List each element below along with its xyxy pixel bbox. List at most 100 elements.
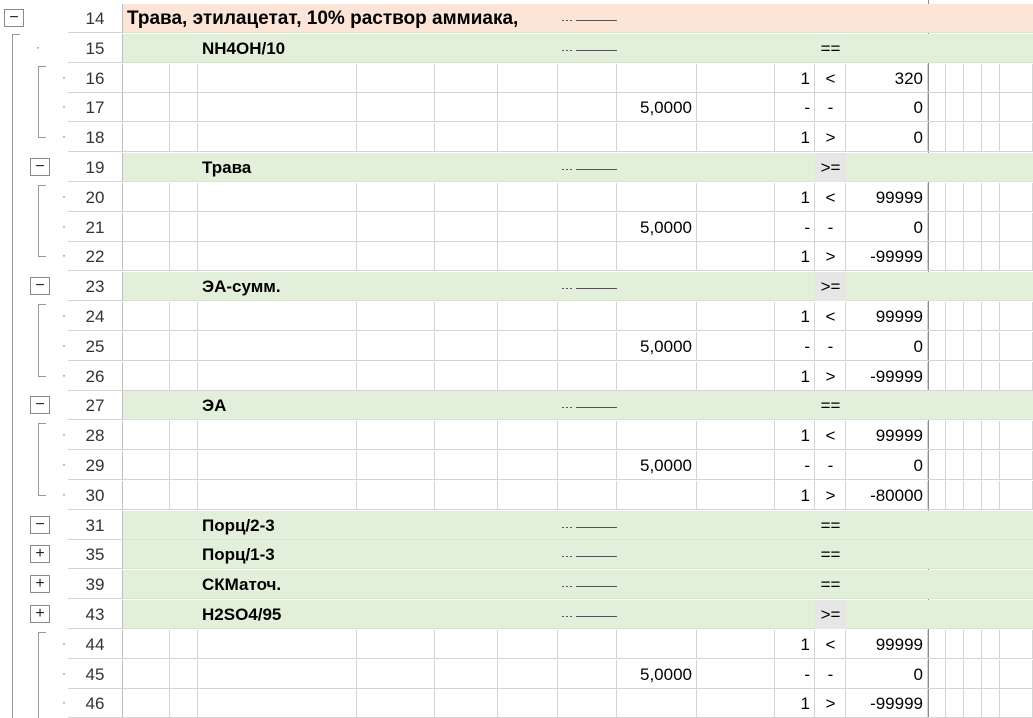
limit-cell[interactable]: 99999 <box>846 183 928 212</box>
grid-cell[interactable] <box>198 421 357 451</box>
grid-cell[interactable] <box>1000 242 1033 272</box>
grid-cell[interactable] <box>982 123 1000 153</box>
grid-cell[interactable] <box>123 361 170 391</box>
grid-cell[interactable] <box>198 182 357 212</box>
grid-cell[interactable] <box>170 451 198 480</box>
grid-cell[interactable] <box>697 361 775 391</box>
grid-cell[interactable] <box>170 182 198 212</box>
grid-cell[interactable] <box>982 212 1000 242</box>
grid-cell[interactable] <box>123 242 170 272</box>
grid-cell[interactable] <box>946 331 964 361</box>
row-header[interactable]: 30 <box>68 480 123 510</box>
grid-cell[interactable] <box>357 659 435 689</box>
grid-cell[interactable] <box>697 421 775 451</box>
row-header[interactable]: 45 <box>68 659 123 689</box>
grid-cell[interactable] <box>982 480 1000 510</box>
count-cell[interactable]: 1 <box>775 183 815 212</box>
grid-cell[interactable] <box>558 242 617 272</box>
grid-cell[interactable] <box>617 480 697 510</box>
grid-cell[interactable] <box>435 480 498 510</box>
grid-cell[interactable] <box>357 629 435 659</box>
grid-cell[interactable] <box>498 629 558 659</box>
operator-cell[interactable]: < <box>815 421 846 450</box>
row-header[interactable]: 31 <box>68 510 123 540</box>
grid-cell[interactable] <box>617 629 697 659</box>
grid-cell[interactable] <box>617 361 697 391</box>
grid-cell[interactable] <box>558 451 617 480</box>
grid-cell[interactable] <box>198 63 357 93</box>
grid-cell[interactable] <box>170 361 198 391</box>
grid-cell[interactable] <box>617 123 697 153</box>
group-name[interactable]: H2SO4/95 <box>202 600 502 629</box>
grid-cell[interactable] <box>697 93 775 123</box>
grid-cell[interactable] <box>946 451 964 480</box>
operator-cell[interactable]: - <box>815 451 846 480</box>
grid-cell[interactable] <box>697 242 775 272</box>
grid-cell[interactable] <box>498 361 558 391</box>
row-header[interactable]: 24 <box>68 302 123 331</box>
operator-cell[interactable]: > <box>815 362 846 391</box>
row-header[interactable]: 18 <box>68 123 123 153</box>
collapse-group-button[interactable]: − <box>30 396 50 415</box>
grid-cell[interactable] <box>435 123 498 153</box>
grid-cell[interactable] <box>964 361 982 391</box>
operator-cell[interactable]: < <box>815 64 846 93</box>
grid-cell[interactable] <box>1000 421 1033 451</box>
count-cell[interactable]: 1 <box>775 302 815 331</box>
grid-cell[interactable] <box>198 331 357 361</box>
row-header[interactable]: 17 <box>68 93 123 123</box>
row-header[interactable]: 21 <box>68 212 123 242</box>
grid-cell[interactable] <box>928 451 946 480</box>
grid-cell[interactable] <box>928 361 946 391</box>
grid-cell[interactable] <box>1000 480 1033 510</box>
group-name[interactable]: ЭА <box>202 391 502 420</box>
group-name[interactable]: Порц/1-3 <box>202 540 502 569</box>
group-name[interactable]: NH4OH/10 <box>202 34 502 63</box>
grid-cell[interactable] <box>558 629 617 659</box>
grid-cell[interactable] <box>123 302 170 331</box>
grid-cell[interactable] <box>964 659 982 689</box>
grid-cell[interactable] <box>170 242 198 272</box>
grid-cell[interactable] <box>170 93 198 123</box>
grid-cell[interactable] <box>946 629 964 659</box>
grid-cell[interactable] <box>498 302 558 331</box>
grid-cell[interactable] <box>928 659 946 689</box>
limit-cell[interactable]: 99999 <box>846 302 928 331</box>
grid-cell[interactable] <box>964 212 982 242</box>
grid-cell[interactable] <box>198 451 357 480</box>
operator-cell[interactable]: - <box>815 213 846 242</box>
limit-cell[interactable]: 99999 <box>846 421 928 450</box>
grid-cell[interactable] <box>1000 629 1033 659</box>
grid-cell[interactable] <box>435 689 498 718</box>
grid-cell[interactable] <box>170 302 198 331</box>
grid-cell[interactable] <box>946 212 964 242</box>
grid-cell[interactable] <box>1000 63 1033 93</box>
grid-cell[interactable] <box>1000 361 1033 391</box>
group-operator[interactable]: >= <box>815 272 846 302</box>
row-header[interactable]: 15 <box>68 33 123 63</box>
grid-cell[interactable] <box>435 93 498 123</box>
grid-cell[interactable] <box>928 480 946 510</box>
grid-cell[interactable] <box>1000 331 1033 361</box>
grid-cell[interactable] <box>170 421 198 451</box>
grid-cell[interactable] <box>697 480 775 510</box>
grid-cell[interactable] <box>123 212 170 242</box>
count-cell[interactable]: 1 <box>775 481 815 510</box>
grid-cell[interactable] <box>357 480 435 510</box>
operator-cell[interactable]: - <box>815 332 846 361</box>
grid-cell[interactable] <box>123 63 170 93</box>
grid-cell[interactable] <box>617 302 697 331</box>
count-cell[interactable]: 1 <box>775 64 815 93</box>
grid-cell[interactable] <box>357 421 435 451</box>
grid-cell[interactable] <box>617 63 697 93</box>
grid-cell[interactable] <box>498 451 558 480</box>
group-name[interactable]: ЭА-сумм. <box>202 272 502 301</box>
row-header[interactable]: 25 <box>68 331 123 361</box>
grid-cell[interactable] <box>357 689 435 718</box>
grid-cell[interactable] <box>982 629 1000 659</box>
grid-cell[interactable] <box>964 63 982 93</box>
grid-cell[interactable] <box>170 212 198 242</box>
grid-cell[interactable] <box>357 451 435 480</box>
grid-cell[interactable] <box>435 629 498 659</box>
operator-cell[interactable]: > <box>815 481 846 510</box>
